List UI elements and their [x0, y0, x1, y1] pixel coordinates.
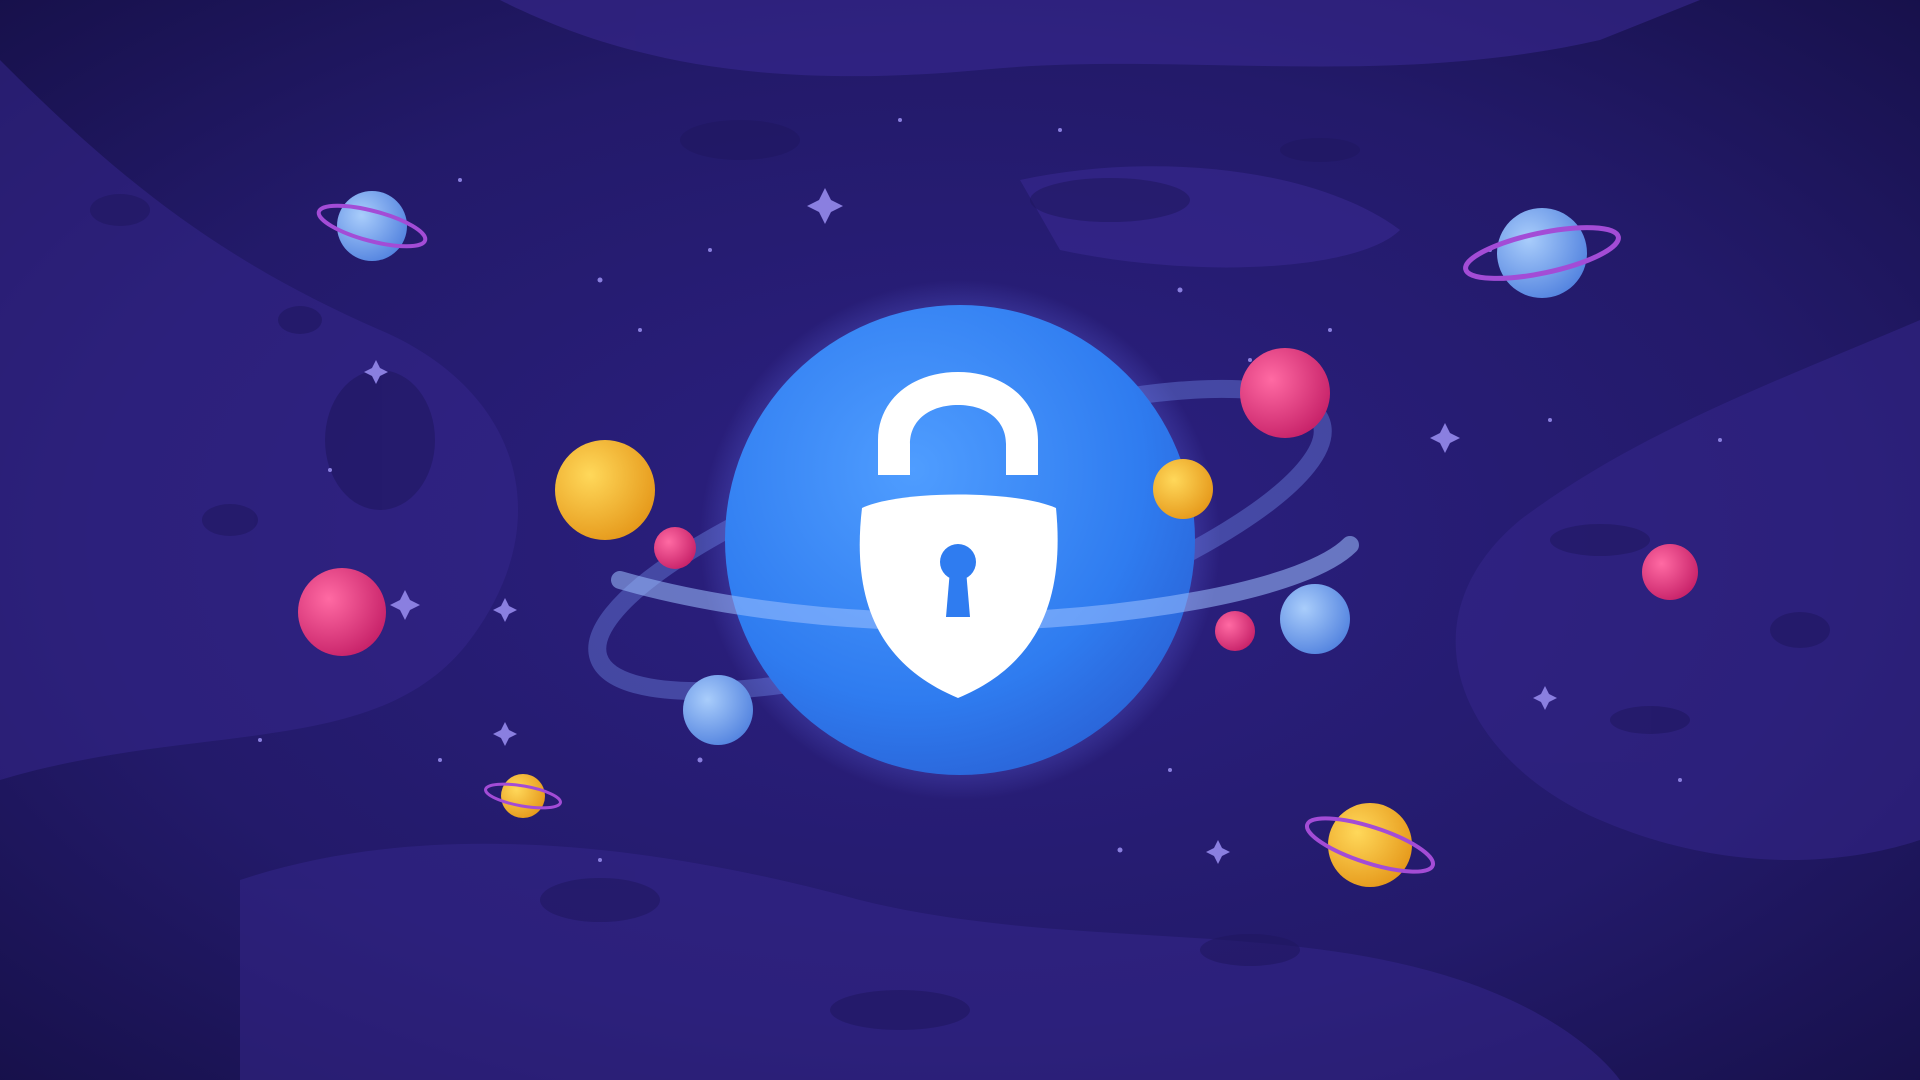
space-scene	[0, 0, 1920, 1080]
planet-pink-tiny	[1215, 611, 1255, 651]
planet-pink-right	[1642, 544, 1698, 600]
planet-pink-large	[1240, 348, 1330, 438]
planet-yellow-small	[1153, 459, 1213, 519]
planet-pink-small	[654, 527, 696, 569]
planet-blue-medium	[1280, 584, 1350, 654]
planet-blue-low	[683, 675, 753, 745]
planet-pink-left	[298, 568, 386, 656]
planet-yellow-large	[555, 440, 655, 540]
